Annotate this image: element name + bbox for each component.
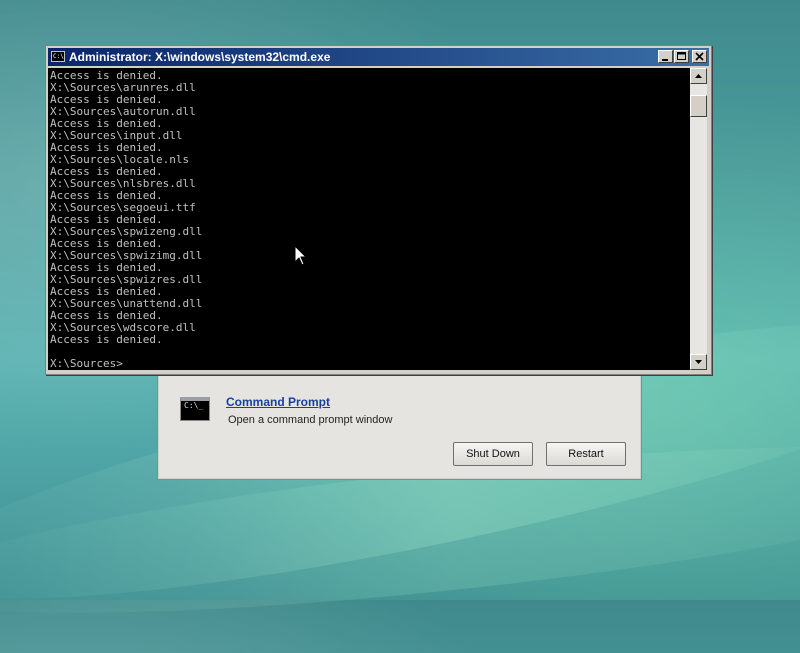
minimize-button[interactable] xyxy=(658,50,673,63)
cmd-window[interactable]: C:\ Administrator: X:\windows\system32\c… xyxy=(45,45,712,375)
command-prompt-icon[interactable]: C:\_ xyxy=(180,397,210,421)
maximize-button[interactable] xyxy=(674,50,689,63)
minimize-icon xyxy=(662,59,668,61)
console-output[interactable]: Access is denied. X:\Sources\arunres.dll… xyxy=(48,68,690,370)
close-button[interactable] xyxy=(692,50,707,63)
vertical-scrollbar[interactable] xyxy=(690,68,707,370)
command-prompt-description: Open a command prompt window xyxy=(228,414,393,426)
arrow-down-icon xyxy=(695,360,702,364)
scroll-up-button[interactable] xyxy=(690,68,707,84)
shut-down-button[interactable]: Shut Down xyxy=(453,442,533,466)
cmd-window-title: Administrator: X:\windows\system32\cmd.e… xyxy=(69,50,331,64)
arrow-up-icon xyxy=(695,74,702,78)
restart-button[interactable]: Restart xyxy=(546,442,626,466)
scroll-thumb[interactable] xyxy=(690,95,707,117)
cmd-titlebar[interactable]: C:\ Administrator: X:\windows\system32\c… xyxy=(48,48,709,66)
command-prompt-link[interactable]: Command Prompt xyxy=(226,395,330,409)
scroll-down-button[interactable] xyxy=(690,354,707,370)
close-icon xyxy=(695,52,704,61)
console-text: Access is denied. X:\Sources\arunres.dll… xyxy=(50,69,203,370)
mouse-pointer-icon xyxy=(294,245,308,266)
maximize-icon xyxy=(677,52,686,60)
cmd-window-icon[interactable]: C:\ xyxy=(51,51,65,62)
